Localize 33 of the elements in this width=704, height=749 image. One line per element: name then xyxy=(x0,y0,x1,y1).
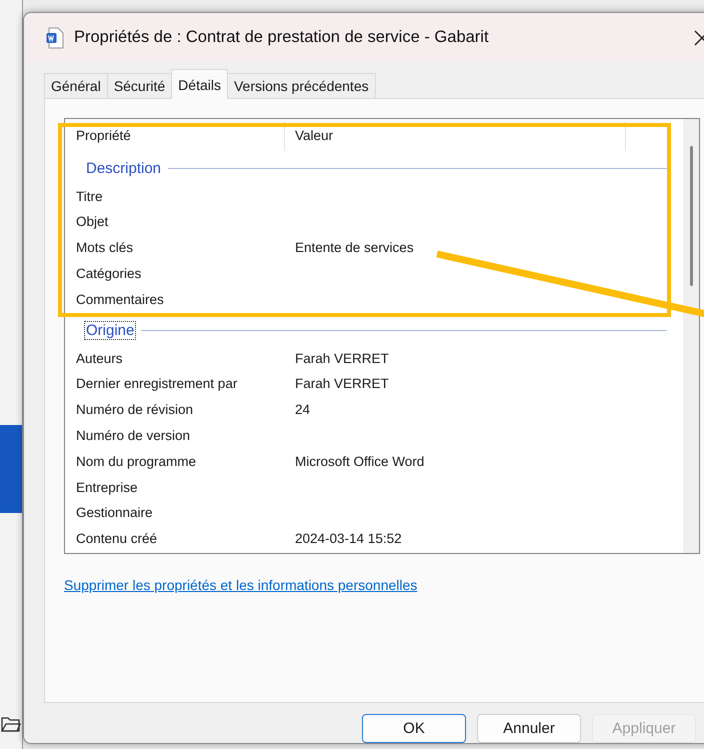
property-name: Dernier enregistrement par xyxy=(76,376,238,392)
scrollbar[interactable] xyxy=(683,119,699,554)
property-value: Farah VERRET xyxy=(295,350,390,366)
property-value: 24 xyxy=(295,402,312,418)
group-header[interactable]: Origine xyxy=(85,322,136,339)
property-name: Entreprise xyxy=(76,480,139,495)
group-header[interactable]: Description xyxy=(85,160,162,177)
remove-properties-link[interactable]: Supprimer les propriétés et les informations personnelles xyxy=(64,577,418,594)
tab[interactable]: Général xyxy=(44,73,108,98)
tab[interactable]: Détails xyxy=(171,69,228,100)
property-name: Objet xyxy=(76,214,110,230)
property-value: Farah VERRET xyxy=(295,376,390,392)
property-name: Commentaires xyxy=(76,292,165,307)
property-name: Nom du programme xyxy=(76,454,198,469)
column-header[interactable]: Valeur xyxy=(295,121,626,152)
dialog-button[interactable]: OK xyxy=(362,714,466,743)
property-value: Entente de services xyxy=(295,240,415,256)
document-icon xyxy=(46,26,64,49)
property-name: Gestionnaire xyxy=(76,505,154,520)
property-value: Microsoft Office Word xyxy=(295,454,426,469)
property-name: Numéro de révision xyxy=(76,402,194,418)
property-name: Numéro de version xyxy=(76,428,192,444)
tab[interactable]: Versions précédentes xyxy=(226,73,376,98)
window-title: Propriétés de : Contrat de prestation de service - Gabarit xyxy=(74,28,490,48)
property-name: Catégories xyxy=(76,266,142,282)
property-name: Contenu créé xyxy=(76,531,158,546)
dialog-button[interactable]: Annuler xyxy=(477,714,581,743)
property-name: Auteurs xyxy=(76,350,124,366)
property-value: 2024-03-14 15:52 xyxy=(295,531,403,546)
column-header[interactable]: Propriété xyxy=(76,121,285,152)
property-name: Titre xyxy=(76,188,104,204)
folder-icon xyxy=(1,715,21,733)
property-name: Mots clés xyxy=(76,240,134,256)
